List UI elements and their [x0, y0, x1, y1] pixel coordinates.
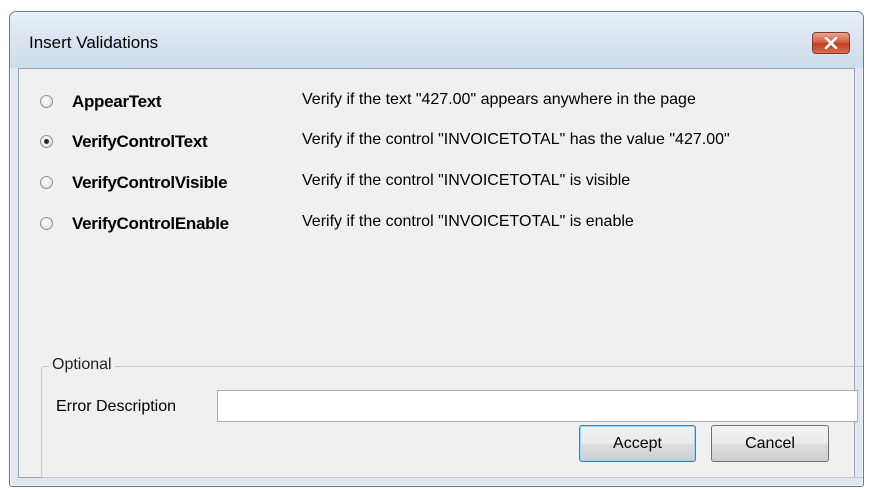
option-description: Verify if the text "427.00" appears anyw…	[302, 91, 696, 108]
option-row-verify-control-visible[interactable]: VerifyControlVisible Verify if the contr…	[19, 169, 856, 203]
insert-validations-dialog: Insert Validations AppearText Verify if …	[9, 11, 864, 487]
radio-appear-text[interactable]	[40, 95, 53, 108]
optional-group-label: Optional	[49, 356, 115, 374]
accept-button[interactable]: Accept	[579, 425, 696, 462]
option-label[interactable]: VerifyControlText	[72, 132, 208, 152]
radio-verify-control-text[interactable]	[40, 135, 53, 148]
option-label[interactable]: VerifyControlEnable	[72, 214, 229, 234]
window-title: Insert Validations	[29, 33, 159, 52]
error-description-input[interactable]	[217, 390, 858, 422]
dialog-body: AppearText Verify if the text "427.00" a…	[18, 68, 863, 478]
cancel-button[interactable]: Cancel	[711, 425, 829, 462]
radio-verify-control-enable[interactable]	[40, 217, 53, 230]
option-label[interactable]: VerifyControlVisible	[72, 173, 228, 193]
option-row-verify-control-text[interactable]: VerifyControlText Verify if the control …	[19, 128, 856, 162]
option-row-verify-control-enable[interactable]: VerifyControlEnable Verify if the contro…	[19, 210, 856, 244]
option-description: Verify if the control "INVOICETOTAL" is …	[302, 172, 631, 189]
option-row-appear-text[interactable]: AppearText Verify if the text "427.00" a…	[19, 88, 856, 122]
radio-verify-control-visible[interactable]	[40, 176, 53, 189]
title-bar[interactable]: Insert Validations	[10, 12, 863, 68]
close-icon	[824, 37, 838, 49]
close-button[interactable]	[812, 32, 850, 54]
option-label[interactable]: AppearText	[72, 92, 162, 112]
option-description: Verify if the control "INVOICETOTAL" is …	[302, 213, 634, 230]
option-description: Verify if the control "INVOICETOTAL" has…	[302, 131, 730, 148]
error-description-label: Error Description	[56, 398, 177, 415]
